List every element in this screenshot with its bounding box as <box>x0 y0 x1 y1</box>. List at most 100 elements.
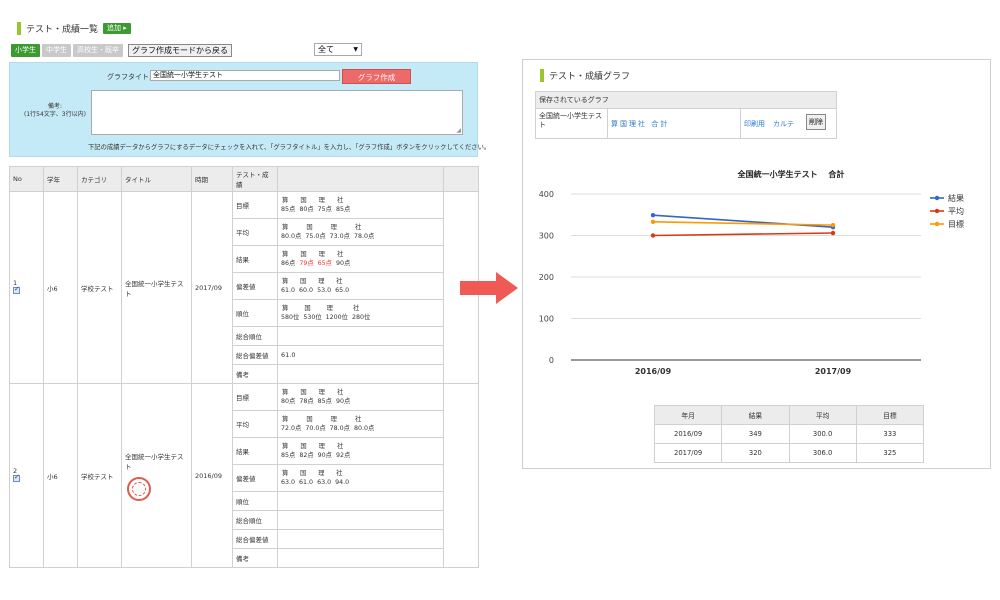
chevron-down-icon: ▼ <box>353 46 358 53</box>
memo-hint-text: (1行54文字、3行以内) <box>24 111 86 118</box>
tab-elementary[interactable]: 小学生 <box>11 44 40 57</box>
row1-total-dev: 61.0 <box>277 345 444 365</box>
stamp-image <box>127 476 151 501</box>
summary-cell: 349 <box>721 424 790 444</box>
score-value: 73.0点 <box>329 232 350 240</box>
row2-title: 全国統一小学生テスト <box>125 452 184 471</box>
subject-science: 理 <box>330 415 337 423</box>
graph-form: グラフタイトル: 全国統一小学生テスト グラフ作成 備考: (1行54文字、3行… <box>9 62 490 157</box>
row1-label-deviation: 偏差値 <box>232 272 278 300</box>
legend-swatch-dot <box>934 221 940 227</box>
tab-high-school[interactable]: 高校生・既卒 <box>73 44 123 57</box>
graph-title-input[interactable]: 全国統一小学生テスト <box>150 70 340 81</box>
memo-label: 備考: (1行54文字、3行以内) <box>20 103 90 119</box>
resize-grip-icon[interactable]: ◢ <box>456 127 461 134</box>
score-value: 1200位 <box>325 313 348 321</box>
row1-period: 2017/09 <box>191 191 233 384</box>
subject-japanese: 国 <box>300 250 307 258</box>
score-value: 94.0 <box>335 478 350 486</box>
subject-math: 算 <box>282 196 289 204</box>
summary-cell: 2016/09 <box>653 424 723 444</box>
row2-label-total-rank: 総合順位 <box>232 510 278 530</box>
subject-social: 社 <box>336 196 344 204</box>
row2-result-scores: 算 国 理 社 85点 82点 90点 92点 <box>277 437 444 465</box>
row1-no-cell: 1 <box>9 191 44 384</box>
score-value: 80点 <box>281 397 296 405</box>
title-accent-bar <box>17 21 21 35</box>
legend-swatch-dot <box>934 195 940 201</box>
score-value: 85点 <box>317 397 332 405</box>
row2-note <box>277 548 444 568</box>
row2-label-deviation: 偏差値 <box>232 464 278 492</box>
row2-checkbox[interactable] <box>13 473 20 482</box>
subject-science: 理 <box>326 304 333 312</box>
header-no: No <box>9 166 44 192</box>
subject-japanese: 国 <box>300 388 307 396</box>
subject-math: 算 <box>282 469 289 477</box>
score-value-below-average: 79点 <box>299 259 314 267</box>
score-value: 75点 <box>317 205 332 213</box>
subject-japanese: 国 <box>300 442 307 450</box>
row1-checkbox[interactable] <box>13 285 20 294</box>
subject-science: 理 <box>318 196 325 204</box>
row1-category: 学校テスト <box>77 191 122 384</box>
arrow-right-icon <box>460 272 518 304</box>
header-grade: 学年 <box>43 166 78 192</box>
print-link[interactable]: 印刷用 <box>744 119 765 129</box>
create-graph-button[interactable]: グラフ作成 <box>342 69 411 84</box>
data-point <box>650 212 656 218</box>
row2-grade: 小6 <box>43 383 78 568</box>
series-line-目標 <box>652 221 834 226</box>
row2-label-rank: 順位 <box>232 491 278 511</box>
legend-label: 平均 <box>948 206 964 216</box>
score-value-below-average: 65点 <box>317 259 332 267</box>
row1-label-target: 目標 <box>232 191 278 219</box>
summary-header-month: 年月 <box>653 405 723 425</box>
subject-math: 算 <box>282 304 289 312</box>
y-tick-label: 400 <box>539 190 554 199</box>
subject-japanese: 国 <box>300 469 307 477</box>
subject-math: 算 <box>282 277 289 285</box>
data-point <box>830 222 836 228</box>
subject-social: 社 <box>352 304 360 312</box>
x-tick-label: 2017/09 <box>815 367 852 376</box>
chart-grid: 0 100 200 300 400 2016/09 2017/09 <box>539 190 921 376</box>
row2-label-average: 平均 <box>232 410 278 438</box>
tab-junior-high[interactable]: 中学生 <box>42 44 71 57</box>
saved-graphs-header: 保存されているグラフ <box>536 92 836 109</box>
table-header-row: No 学年 カテゴリ タイトル 時期 テスト・成績 <box>9 166 479 192</box>
karte-link[interactable]: カルテ <box>773 119 794 129</box>
row2-total-dev <box>277 529 444 549</box>
x-tick-label: 2016/09 <box>635 367 672 376</box>
graph-panel: テスト・成績グラフ 保存されているグラフ 全国統一小学生テスト 算国理社 合計 … <box>522 59 991 469</box>
row1-label-total-rank: 総合順位 <box>232 326 278 346</box>
score-value: 61.0 <box>281 286 296 294</box>
score-value: 78.0点 <box>329 424 350 432</box>
filter-select[interactable]: 全て ▼ <box>314 43 362 56</box>
back-from-graph-mode-button[interactable]: グラフ作成モードから戻る <box>128 44 232 57</box>
subject-science: 理 <box>318 277 325 285</box>
add-button[interactable]: 追加 ▸ <box>103 22 131 34</box>
score-value: 61.0 <box>299 478 314 486</box>
saved-graph-subjects-link[interactable]: 算国理社 合計 <box>611 119 669 129</box>
subject-japanese: 国 <box>306 223 313 231</box>
score-value: 90点 <box>317 451 332 459</box>
legend-swatch-dot <box>934 208 940 214</box>
header-period: 時期 <box>191 166 233 192</box>
row1-label-note: 備考 <box>232 364 278 384</box>
subject-japanese: 国 <box>304 304 311 312</box>
summary-cell: 306.0 <box>788 443 857 463</box>
header-blank <box>277 166 444 192</box>
delete-button[interactable]: 削除 <box>806 114 826 130</box>
subject-social: 社 <box>336 277 343 285</box>
score-value: 63.0 <box>317 478 332 486</box>
header-title: タイトル <box>121 166 192 192</box>
column-divider <box>740 109 741 138</box>
title-accent-bar <box>540 69 544 82</box>
row2-average-scores: 算 国 理 社 72.0点 70.0点 78.0点 80.0点 <box>277 410 444 438</box>
subject-social: 社 <box>336 469 343 477</box>
subject-math: 算 <box>282 415 289 423</box>
memo-textarea[interactable]: ◢ <box>91 90 463 135</box>
y-tick-label: 300 <box>539 232 554 241</box>
row1-total-rank <box>277 326 444 346</box>
